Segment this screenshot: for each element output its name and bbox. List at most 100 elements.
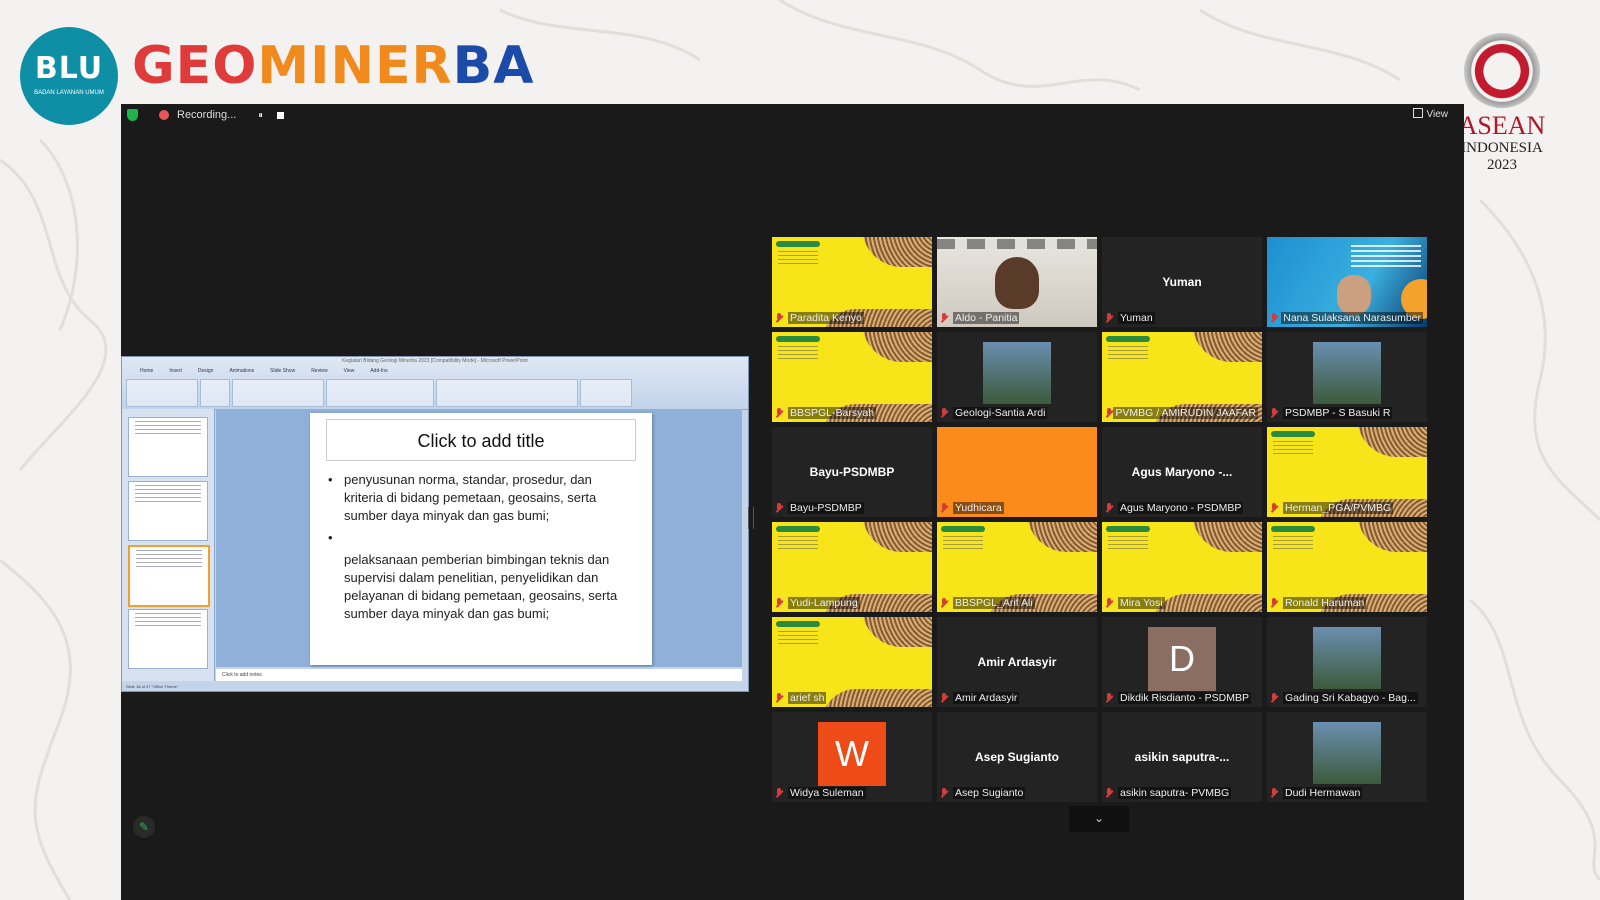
participant-tile[interactable]: arief sh <box>772 617 932 707</box>
participant-name-label: Amir Ardasyir <box>941 691 1093 705</box>
participant-tile[interactable]: Geologi-Santia Ardi <box>937 332 1097 422</box>
powerpoint-status-bar: Slide 18 of 37 "Office Theme" <box>122 683 748 691</box>
participant-name: Asep Sugianto <box>953 787 1026 799</box>
participant-name: Herman_PGA/PVMBG <box>1283 502 1394 514</box>
participant-tile[interactable]: asikin saputra-... asikin saputra- PVMBG <box>1102 712 1262 802</box>
participant-name: Mira Yosi <box>1118 597 1165 609</box>
split-view-divider-handle[interactable] <box>748 507 754 529</box>
brand-part-miner: MINER <box>257 36 453 96</box>
slide-bullet-2-text: pelaksanaan pemberian bimbingan teknis d… <box>344 552 618 621</box>
ribbon-group-drawing <box>436 379 578 407</box>
participant-name: Geologi-Santia Ardi <box>953 407 1048 419</box>
muted-mic-icon <box>1106 788 1113 798</box>
participant-name-label: Widya Suleman <box>776 786 928 800</box>
view-label: View <box>1426 109 1449 120</box>
participant-tile[interactable]: Yudhicara <box>937 427 1097 517</box>
participant-name: PVMBG / AMIRUDIN JAAFAR <box>1113 407 1258 419</box>
participant-name-label: Nana Sulaksana Narasumber <box>1271 311 1423 325</box>
slide-thumbnails-pane <box>122 409 215 681</box>
muted-mic-icon <box>1106 693 1113 703</box>
participant-tile[interactable]: W Widya Suleman <box>772 712 932 802</box>
participant-tile[interactable]: Nana Sulaksana Narasumber <box>1267 237 1427 327</box>
ribbon-group-clipboard <box>126 379 198 407</box>
participant-name-label: Agus Maryono - PSDMBP <box>1106 501 1258 515</box>
ribbon-tab: Design <box>197 368 214 374</box>
ribbon-group-editing <box>580 379 632 407</box>
recording-indicator: Recording... ⏸ <box>151 106 292 124</box>
muted-mic-icon <box>1106 313 1113 323</box>
participant-tile[interactable]: Agus Maryono -... Agus Maryono - PSDMBP <box>1102 427 1262 517</box>
participant-display-name: Agus Maryono -... <box>1131 465 1233 479</box>
current-slide: Click to add title penyusunan norma, sta… <box>310 413 652 665</box>
participant-name-label: Asep Sugianto <box>941 786 1093 800</box>
participant-name-label: Gading Sri Kabagyo - Bag... <box>1271 691 1423 705</box>
participant-display-name: asikin saputra-... <box>1134 750 1230 764</box>
participant-tile[interactable]: Aldo - Panitia <box>937 237 1097 327</box>
brand-part-ba: BA <box>452 36 535 96</box>
muted-mic-icon <box>776 693 783 703</box>
muted-mic-icon <box>776 598 783 608</box>
participant-tile[interactable]: Ronald Haruman <box>1267 522 1427 612</box>
pause-recording-icon[interactable]: ⏸ <box>258 110 263 121</box>
slide-editing-area: Click to add title penyusunan norma, sta… <box>216 409 742 667</box>
avatar: W <box>818 722 886 786</box>
participant-tile[interactable]: Paradita Kenyo <box>772 237 932 327</box>
muted-mic-icon <box>941 503 948 513</box>
participant-tile[interactable]: Bayu-PSDMBP Bayu-PSDMBP <box>772 427 932 517</box>
muted-mic-icon <box>1271 693 1278 703</box>
asean-country: INDONESIA <box>1461 140 1543 156</box>
participant-name-label: arief sh <box>776 691 928 705</box>
slide-notes-placeholder: Click to add notes <box>216 669 742 681</box>
avatar: D <box>1148 627 1216 691</box>
participant-tile[interactable]: Herman_PGA/PVMBG <box>1267 427 1427 517</box>
participant-tile[interactable]: Gading Sri Kabagyo - Bag... <box>1267 617 1427 707</box>
asean-emblem-icon <box>1461 26 1543 108</box>
participant-tile[interactable]: PSDMBP - S Basuki R <box>1267 332 1427 422</box>
participant-tile[interactable]: Dudi Hermawan <box>1267 712 1427 802</box>
annotate-pencil-icon[interactable]: ✎ <box>133 816 155 838</box>
participant-tile[interactable]: Yuman Yuman <box>1102 237 1262 327</box>
participant-name: Yudi-Lampung <box>788 597 860 609</box>
participant-name-label: Dikdik Risdianto - PSDMBP <box>1106 691 1258 705</box>
muted-mic-icon <box>776 408 783 418</box>
blu-logo-subtitle: BADAN LAYANAN UMUM <box>34 90 104 96</box>
participant-tile[interactable]: BBSPGL_Arif Ali <box>937 522 1097 612</box>
slide-bullet-1: penyusunan norma, standar, prosedur, dan… <box>328 471 628 525</box>
participant-tile[interactable]: PVMBG / AMIRUDIN JAAFAR <box>1102 332 1262 422</box>
muted-mic-icon <box>1271 408 1278 418</box>
participant-name-label: Herman_PGA/PVMBG <box>1271 501 1423 515</box>
ribbon-tab: Review <box>311 368 328 374</box>
participant-name: Yudhicara <box>953 502 1004 514</box>
participant-name: Ronald Haruman <box>1283 597 1367 609</box>
participant-name: PSDMBP - S Basuki R <box>1283 407 1393 419</box>
security-shield-icon[interactable] <box>127 109 138 121</box>
more-participants-button[interactable]: ⌄ <box>1069 806 1129 832</box>
participant-tile[interactable]: D Dikdik Risdianto - PSDMBP <box>1102 617 1262 707</box>
participant-tile[interactable]: BBSPGL-Barsyah <box>772 332 932 422</box>
ribbon-tab: Home <box>140 368 154 374</box>
muted-mic-icon <box>941 693 948 703</box>
powerpoint-window-title: Kegiatan Bidang Geologi Minerba 2023 [Co… <box>342 358 528 364</box>
participant-name-label: BBSPGL_Arif Ali <box>941 596 1093 610</box>
zoom-meeting-window: Recording... ⏸ View Kegiatan Bidang Geol… <box>121 104 1464 900</box>
view-button[interactable]: View <box>1412 108 1449 120</box>
muted-mic-icon <box>941 788 948 798</box>
participant-name-label: Dudi Hermawan <box>1271 786 1423 800</box>
muted-mic-icon <box>941 313 948 323</box>
participant-tile[interactable]: Mira Yosi <box>1102 522 1262 612</box>
participant-tile[interactable]: Amir Ardasyir Amir Ardasyir <box>937 617 1097 707</box>
asean-name: ASEAN <box>1458 111 1546 140</box>
chevron-down-icon: ⌄ <box>1093 811 1105 825</box>
participant-tile[interactable]: Yudi-Lampung <box>772 522 932 612</box>
participant-tile[interactable]: Asep Sugianto Asep Sugianto <box>937 712 1097 802</box>
asean-indonesia-logo: ASEAN INDONESIA 2023 <box>1452 26 1552 174</box>
asean-year: 2023 <box>1487 157 1517 173</box>
slide-thumbnail <box>128 481 208 541</box>
profile-photo <box>1313 627 1381 689</box>
participant-name-label: Mira Yosi <box>1106 596 1258 610</box>
stop-recording-icon[interactable] <box>276 111 284 119</box>
ribbon-tab: Slide Show <box>270 368 296 374</box>
ribbon-tab: View <box>343 368 355 374</box>
participant-name-label: asikin saputra- PVMBG <box>1106 786 1258 800</box>
participant-name: Widya Suleman <box>788 787 866 799</box>
